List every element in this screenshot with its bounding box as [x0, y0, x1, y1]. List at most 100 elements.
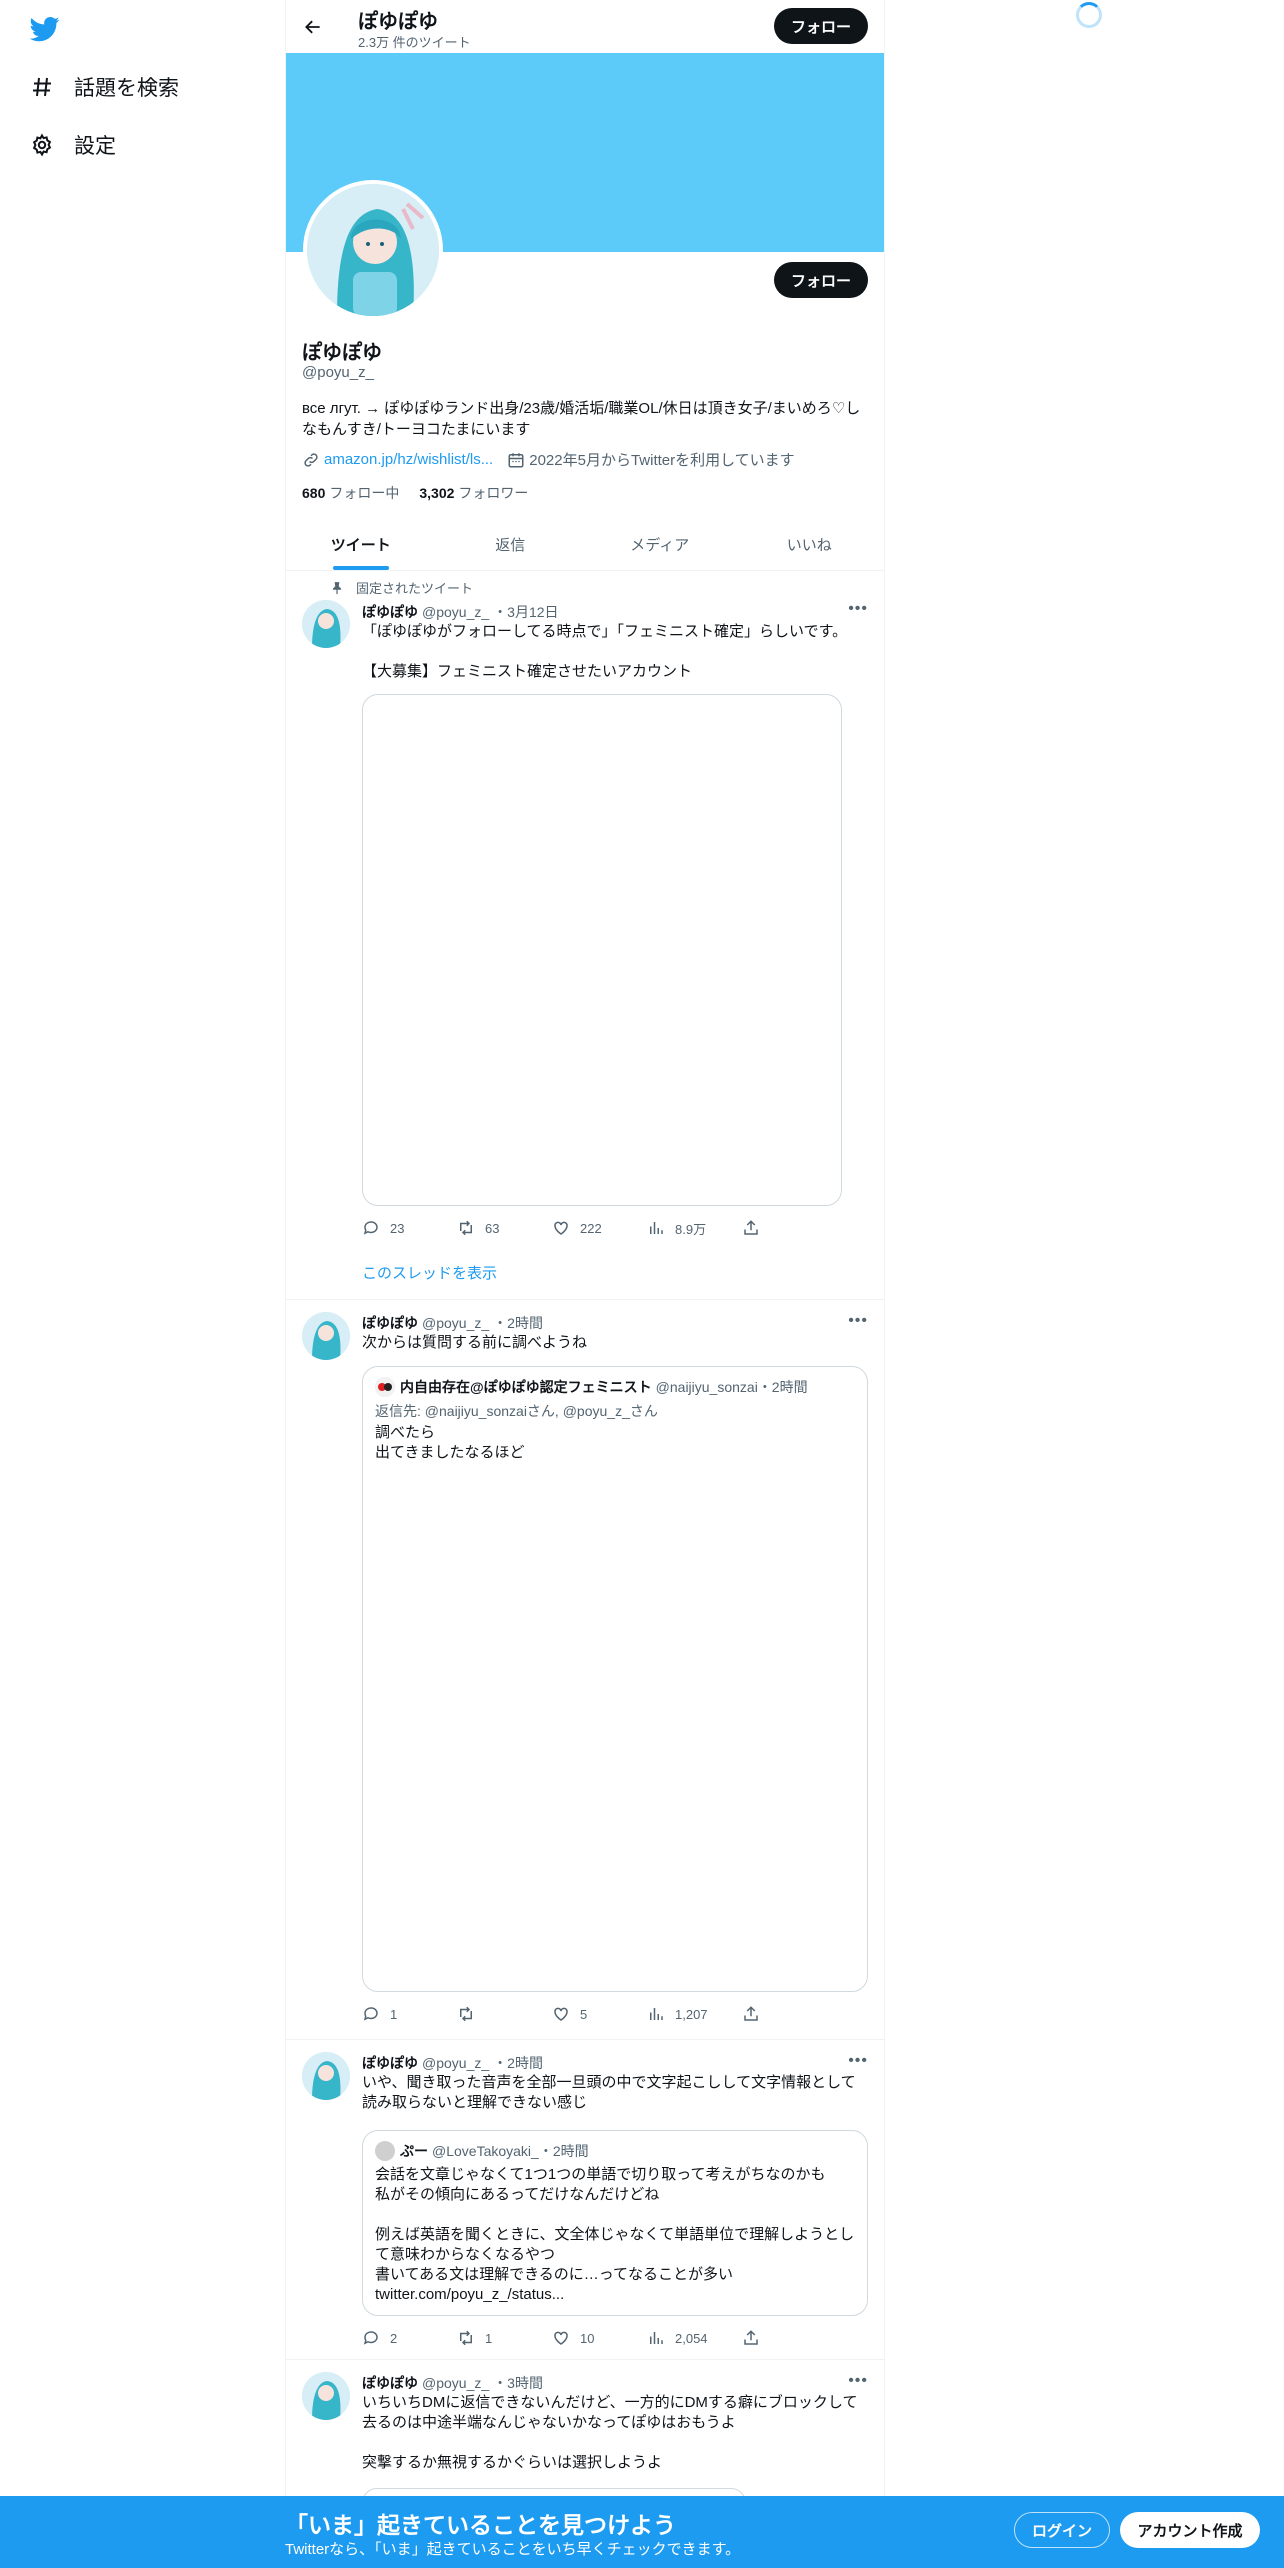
quote-text: 会話を文章じゃなくて1つ1つの単語で切り取って考えがちなのかも 私がその傾向にあ… [375, 2166, 855, 2303]
retweet-count: 1 [485, 2330, 493, 2346]
profile-joined: 2022年5月からTwitterを利用しています [529, 452, 795, 469]
share-button[interactable] [742, 1219, 772, 1237]
tweet-actions: 1 5 1,207 [362, 2004, 792, 2024]
calendar-icon [508, 452, 524, 467]
reply-button[interactable]: 1 [362, 2005, 457, 2023]
tab-replies[interactable]: 返信 [436, 518, 586, 570]
pinned-label: 固定されたツイート [356, 581, 474, 596]
tab-media[interactable]: メディア [585, 518, 735, 570]
profile-avatar[interactable] [303, 180, 443, 320]
tweet-time[interactable]: ・3月12日 [493, 602, 558, 622]
tab-tweets[interactable]: ツイート [286, 518, 436, 570]
retweet-button[interactable] [457, 2005, 552, 2023]
bar-chart-icon [650, 2008, 663, 2020]
reply-button[interactable]: 2 [362, 2329, 457, 2347]
nav-settings-label: 設定 [74, 135, 116, 158]
views-button[interactable]: 2,054 [647, 2329, 742, 2347]
bar-chart-icon [650, 2332, 663, 2344]
more-options-icon[interactable]: ••• [848, 600, 868, 618]
tweet-author-handle[interactable]: @poyu_z_ [422, 2055, 489, 2071]
views-button[interactable]: 8.9万 [647, 1219, 742, 1238]
quoted-tweet[interactable]: 内自由存在@ぽゆぽゆ認定フェミニスト @naijiyu_sonzai ・2時間 … [362, 1366, 868, 1992]
tweet-time[interactable]: ・3時間 [493, 2373, 543, 2393]
tweet-author-name[interactable]: ぽゆぽゆ [362, 2373, 418, 2393]
quote-header: 内自由存在@ぽゆぽゆ認定フェミニスト @naijiyu_sonzai ・2時間 [375, 1377, 808, 1397]
header-follow-button[interactable]: フォロー [774, 8, 868, 44]
tweet-author-name[interactable]: ぽゆぽゆ [362, 2053, 418, 2073]
quote-avatar [375, 2141, 395, 2161]
share-button[interactable] [742, 2329, 772, 2347]
more-options-icon[interactable]: ••• [848, 1312, 868, 1330]
tweet[interactable]: ぽゆぽゆ @poyu_z_ ・2時間 ••• いや、聞き取った音声を全部一旦頭の… [286, 2040, 884, 2360]
reply-button[interactable]: 23 [362, 1219, 457, 1237]
quote-text: 調べたら 出てきましたなるほど [375, 1424, 525, 1461]
tweet-author-name[interactable]: ぽゆぽゆ [362, 602, 418, 622]
heart-icon [554, 2331, 568, 2345]
profile-follow-button[interactable]: フォロー [774, 262, 868, 298]
tweet-author-handle[interactable]: @poyu_z_ [422, 604, 489, 620]
tweet[interactable]: ぽゆぽゆ @poyu_z_ ・2時間 ••• 次からは質問する前に調べようね 内… [286, 1300, 884, 2040]
tweet-header: ぽゆぽゆ @poyu_z_ ・3時間 [362, 2373, 543, 2393]
reply-icon [363, 2007, 378, 2021]
reply-count: 23 [390, 1220, 405, 1236]
tweet-author-handle[interactable]: @poyu_z_ [422, 2375, 489, 2391]
tweet-header: ぽゆぽゆ @poyu_z_ ・3月12日 [362, 602, 559, 622]
quote-author-handle: @naijiyu_sonzai [655, 1379, 758, 1395]
retweet-button[interactable]: 63 [457, 1219, 552, 1237]
more-options-icon[interactable]: ••• [848, 2372, 868, 2390]
tweet-time[interactable]: ・2時間 [493, 2053, 543, 2073]
signup-button[interactable]: アカウント作成 [1120, 2512, 1260, 2548]
tweet-author-handle[interactable]: @poyu_z_ [422, 1315, 489, 1331]
tweet-actions: 2 1 10 2,054 [362, 2328, 792, 2348]
view-count: 8.9万 [675, 1221, 707, 1237]
followers-label: フォロワー [458, 485, 529, 501]
tweet-text: いちいちDMに返信できないんだけど、一方的にDMする癖にブロックして去るのは中途… [362, 2394, 858, 2471]
views-button[interactable]: 1,207 [647, 2005, 742, 2023]
followers-count: 3,302 [419, 485, 455, 501]
quote-avatar [375, 1377, 395, 1397]
nav-explore[interactable]: 話題を検索 [28, 65, 179, 109]
tweet[interactable]: ぽゆぽゆ @poyu_z_ ・3時間 ••• いちいちDMに返信できないんだけど… [286, 2360, 884, 2518]
avatar[interactable] [302, 2372, 350, 2420]
avatar[interactable] [302, 600, 350, 648]
quote-header: ぷー @LoveTakoyaki_ ・2時間 [375, 2141, 589, 2161]
like-button[interactable]: 10 [552, 2329, 647, 2347]
profile-link[interactable]: amazon.jp/hz/wishlist/ls... [324, 451, 493, 468]
tweet-media-card[interactable] [362, 694, 842, 1206]
back-button[interactable] [298, 12, 328, 42]
quoted-tweet[interactable]: ぷー @LoveTakoyaki_ ・2時間 会話を文章じゃなくて1つ1つの単語… [362, 2130, 868, 2316]
share-icon [744, 1220, 758, 1235]
like-count: 10 [580, 2330, 595, 2346]
like-button[interactable]: 5 [552, 2005, 647, 2023]
followers-link[interactable]: 3,302 フォロワー [419, 483, 528, 503]
pin-icon [332, 581, 342, 594]
like-button[interactable]: 222 [552, 1219, 647, 1237]
more-options-icon[interactable]: ••• [848, 2052, 868, 2070]
following-label: フォロー中 [329, 485, 400, 501]
profile-header-bar: ぽゆぽゆ 2.3万 件のツイート フォロー [286, 0, 884, 53]
quote-author-name: ぷー [400, 2143, 428, 2159]
tweet-text: 次からは質問する前に調べようね [362, 1334, 588, 1351]
loading-spinner-icon [1076, 2, 1102, 28]
tweet-text: いや、聞き取った音声を全部一旦頭の中で文字起こしして文字情報として読み取らないと… [362, 2074, 856, 2111]
following-link[interactable]: 680 フォロー中 [302, 483, 399, 503]
retweet-button[interactable]: 1 [457, 2329, 552, 2347]
avatar[interactable] [302, 1312, 350, 1360]
profile-follow-counts: 680 フォロー中 3,302 フォロワー [302, 483, 528, 503]
tab-likes[interactable]: いいね [735, 518, 885, 570]
login-button[interactable]: ログイン [1014, 2512, 1110, 2548]
left-sidebar: 話題を検索 設定 [0, 0, 285, 2568]
tweet-pinned[interactable]: 固定されたツイート ぽゆぽゆ @poyu_z_ ・3月12日 ••• 「ぽゆぽゆ… [286, 572, 884, 1300]
show-thread-link[interactable]: このスレッドを表示 [362, 1262, 497, 1283]
share-button[interactable] [742, 2005, 772, 2023]
reply-icon [363, 2331, 378, 2345]
tweet-time[interactable]: ・2時間 [493, 1313, 543, 1333]
view-count: 1,207 [675, 2006, 708, 2022]
tweet-author-name[interactable]: ぽゆぽゆ [362, 1313, 418, 1333]
avatar[interactable] [302, 2052, 350, 2100]
nav-settings[interactable]: 設定 [28, 123, 116, 167]
twitter-logo-icon[interactable] [28, 14, 62, 44]
hashtag-icon [28, 73, 56, 101]
reply-icon [363, 1221, 378, 1235]
like-count: 5 [580, 2006, 588, 2022]
